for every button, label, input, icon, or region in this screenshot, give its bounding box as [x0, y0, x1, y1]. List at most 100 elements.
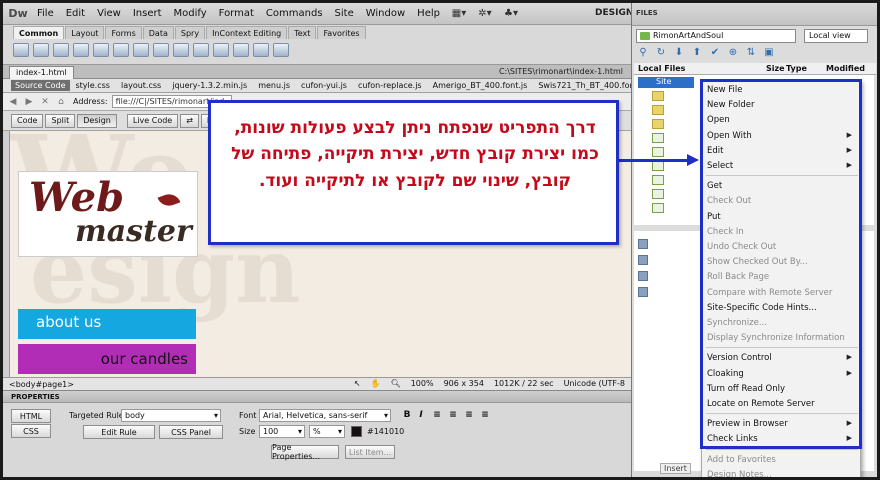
list-item-button[interactable]: List Item...	[345, 445, 395, 459]
context-menu-item[interactable]: Undo Check Out	[706, 240, 858, 255]
server-include-icon[interactable]	[173, 43, 189, 57]
edit-rule-button[interactable]: Edit Rule	[83, 425, 155, 439]
nav-our-candles[interactable]: our candles	[18, 344, 196, 374]
context-menu-item[interactable]: Select ▶	[706, 159, 858, 174]
source-code-button[interactable]: Source Code	[11, 80, 70, 91]
zoom-level[interactable]: 100%	[411, 379, 434, 388]
align-left-icon[interactable]: ≡	[431, 410, 443, 420]
media-icon[interactable]	[133, 43, 149, 57]
context-menu-item[interactable]: Roll Back Page	[706, 270, 858, 285]
context-menu-item[interactable]: Show Checked Out By...	[706, 255, 858, 270]
email-link-icon[interactable]	[33, 43, 49, 57]
forward-arrow-icon[interactable]: ▶	[23, 96, 35, 108]
context-menu-item[interactable]: Design Notes...	[706, 468, 858, 477]
comment-icon[interactable]	[193, 43, 209, 57]
file-icon[interactable]	[652, 203, 664, 213]
insert-tab-text[interactable]: Text	[288, 26, 317, 39]
menu-file[interactable]: File	[31, 8, 60, 19]
insert-tab-incontext[interactable]: InContext Editing	[206, 26, 288, 39]
stop-icon[interactable]: ✕	[39, 96, 51, 108]
related-file[interactable]: menu.js	[258, 81, 290, 90]
text-color-swatch[interactable]	[351, 426, 362, 437]
menu-format[interactable]: Format	[213, 8, 260, 19]
tag-chooser-icon[interactable]	[273, 43, 289, 57]
context-menu-item[interactable]: Open	[706, 113, 858, 128]
nav-about-us[interactable]: about us	[18, 309, 196, 339]
site-manager-icon[interactable]: ♣▾	[500, 6, 522, 22]
context-menu-item[interactable]: Display Synchronize Information	[706, 331, 858, 346]
context-menu-item[interactable]: Edit ▶	[706, 144, 858, 159]
file-icon[interactable]	[652, 133, 664, 143]
refresh-icon[interactable]: ↻	[654, 46, 668, 59]
justify-icon[interactable]: ≡	[479, 410, 491, 420]
insert-button[interactable]: Insert	[660, 463, 691, 474]
image-icon[interactable]	[113, 43, 129, 57]
design-view-button[interactable]: Design	[77, 113, 117, 128]
align-right-icon[interactable]: ≡	[463, 410, 475, 420]
insert-tab-forms[interactable]: Forms	[105, 26, 142, 39]
file-icon[interactable]	[652, 189, 664, 199]
context-menu-item[interactable]: Add to Favorites	[706, 453, 858, 468]
menu-view[interactable]: View	[91, 8, 127, 19]
align-center-icon[interactable]: ≡	[447, 410, 459, 420]
col-modified[interactable]: Modified	[822, 63, 869, 74]
related-file[interactable]: jquery-1.3.2.min.js	[172, 81, 247, 90]
context-menu-item[interactable]: Synchronize...	[706, 316, 858, 331]
folder-icon[interactable]	[652, 91, 664, 101]
context-menu-item[interactable]: Cloaking ▶	[706, 367, 858, 382]
context-menu-item[interactable]: Get	[706, 179, 858, 194]
view-select[interactable]: Local view	[804, 29, 868, 43]
check-out-icon[interactable]: ✔	[708, 46, 722, 59]
html-mode-button[interactable]: HTML	[11, 409, 51, 423]
file-icon[interactable]	[652, 175, 664, 185]
context-menu-item[interactable]: Version Control ▶	[706, 351, 858, 366]
connect-icon[interactable]: ⚲	[636, 46, 650, 59]
div-icon[interactable]	[93, 43, 109, 57]
targeted-rule-select[interactable]: body	[121, 409, 221, 422]
bold-button[interactable]: B	[401, 410, 413, 420]
split-view-button[interactable]: Split	[45, 113, 76, 128]
menu-edit[interactable]: Edit	[60, 8, 91, 19]
context-menu-item[interactable]: Open With ▶	[706, 129, 858, 144]
size-select[interactable]: 100	[259, 425, 305, 438]
insert-tab-spry[interactable]: Spry	[174, 26, 206, 39]
sync-icon[interactable]: ⇅	[744, 46, 758, 59]
file-icon[interactable]	[652, 161, 664, 171]
insert-tab-favorites[interactable]: Favorites	[317, 26, 366, 39]
hyperlink-icon[interactable]	[13, 43, 29, 57]
date-icon[interactable]	[153, 43, 169, 57]
css-panel-button[interactable]: CSS Panel	[159, 425, 223, 439]
folder-icon[interactable]	[652, 105, 664, 115]
col-type[interactable]: Type	[782, 63, 822, 74]
code-view-button[interactable]: Code	[11, 113, 44, 128]
context-menu-item[interactable]: Check Links ▶	[706, 432, 858, 447]
media-icon[interactable]	[638, 287, 648, 297]
related-file[interactable]: cufon-yui.js	[301, 81, 347, 90]
col-local-files[interactable]: Local Files	[634, 63, 762, 74]
size-unit-select[interactable]: %	[309, 425, 345, 438]
context-menu-item[interactable]: Check In	[706, 225, 858, 240]
context-menu-item[interactable]: Put	[706, 210, 858, 225]
live-code-button[interactable]: Live Code	[126, 113, 179, 128]
context-menu-item[interactable]: Preview in Browser ▶	[706, 417, 858, 432]
tab-index-1[interactable]: index-1.html	[9, 65, 74, 79]
urls-icon[interactable]	[638, 271, 648, 281]
page-properties-button[interactable]: Page Properties...	[271, 443, 339, 461]
zoom-tool-icon[interactable]: 🔍︎	[391, 379, 401, 388]
site-root[interactable]: Site	[638, 77, 694, 88]
folder-icon[interactable]	[652, 119, 664, 129]
images-icon[interactable]	[638, 239, 648, 249]
context-menu-item[interactable]: Locate on Remote Server	[706, 397, 858, 412]
css-mode-button[interactable]: CSS	[11, 424, 51, 438]
text-color-value[interactable]: #141010	[367, 427, 404, 436]
table-icon[interactable]	[73, 43, 89, 57]
context-menu-item[interactable]: Check Out	[706, 194, 858, 209]
put-icon[interactable]: ⬆	[690, 46, 704, 59]
menu-modify[interactable]: Modify	[168, 8, 213, 19]
gear-icon[interactable]: ✲▾	[474, 6, 496, 22]
menu-help[interactable]: Help	[411, 8, 446, 19]
menu-window[interactable]: Window	[360, 8, 411, 19]
home-icon[interactable]: ⌂	[55, 96, 67, 108]
window-size[interactable]: 906 x 354	[444, 379, 484, 388]
hand-tool-icon[interactable]: ✋	[371, 379, 381, 388]
